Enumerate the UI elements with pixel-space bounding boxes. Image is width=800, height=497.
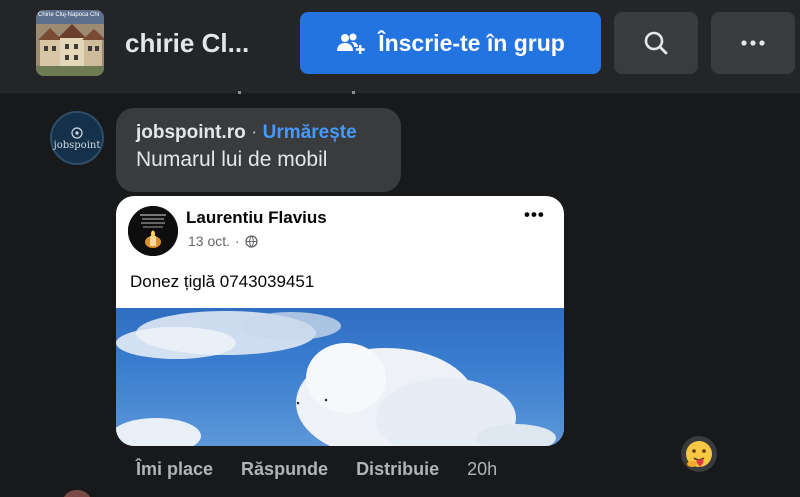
shared-post-more-icon: •••	[524, 205, 545, 224]
comment-actions: Îmi place Răspunde Distribuie 20h	[136, 459, 497, 480]
clipped-previous-content	[236, 86, 356, 94]
reply-action[interactable]: Răspunde	[241, 459, 328, 480]
join-group-button[interactable]: Înscrie-te în grup	[300, 12, 601, 74]
houses-image	[36, 10, 104, 76]
logo-icon	[71, 126, 83, 139]
group-title[interactable]: chirie Cl...	[125, 28, 249, 59]
group-cover-thumbnail[interactable]: Chirie Cluj-Napoca Chi	[36, 10, 104, 76]
shared-post-image[interactable]: Laurentiu Flavius 13 oct. · ••• Donez ți…	[116, 196, 564, 446]
shared-post-date: 13 oct.	[188, 233, 231, 249]
shared-post-author-avatar	[128, 206, 178, 256]
care-emoji-icon	[686, 441, 712, 467]
commenter-avatar[interactable]: jobspoint	[50, 111, 104, 165]
add-people-icon	[337, 33, 366, 54]
globe-icon	[245, 234, 258, 248]
group-thumb-caption: Chirie Cluj-Napoca Chi	[38, 12, 100, 18]
search-icon	[644, 31, 668, 55]
sky-clouds-photo	[116, 308, 564, 446]
shared-post-meta: 13 oct. ·	[188, 233, 258, 249]
comment-author-line: jobspoint.ro · Urmărește	[136, 122, 381, 144]
candle-memorial-image	[128, 206, 178, 256]
separator-dot: ·	[251, 122, 258, 143]
clouds-image	[116, 311, 556, 446]
shared-post-text: Donez țiglă 0743039451	[130, 272, 315, 291]
separator-dot: ·	[235, 233, 240, 249]
comment-timestamp[interactable]: 20h	[467, 459, 497, 480]
more-options-button[interactable]	[711, 12, 795, 74]
share-action[interactable]: Distribuie	[356, 459, 439, 480]
avatar-logo-text: jobspoint	[53, 139, 101, 151]
comment-bubble: jobspoint.ro · Urmărește Numarul lui de …	[116, 108, 401, 192]
more-horizontal-icon	[741, 40, 765, 46]
next-comment-avatar[interactable]	[62, 490, 92, 497]
follow-link[interactable]: Urmărește	[263, 122, 357, 143]
comment-text: Numarul lui de mobil	[136, 148, 328, 171]
like-action[interactable]: Îmi place	[136, 459, 213, 480]
reaction-badge[interactable]	[681, 436, 717, 472]
search-button[interactable]	[614, 12, 698, 74]
shared-post-author: Laurentiu Flavius	[186, 208, 327, 227]
join-group-label: Înscrie-te în grup	[378, 29, 565, 56]
group-header-bar: Chirie Cluj-Napoca Chi chirie Cl... Însc…	[0, 0, 800, 94]
comment-author-name[interactable]: jobspoint.ro	[136, 122, 246, 143]
